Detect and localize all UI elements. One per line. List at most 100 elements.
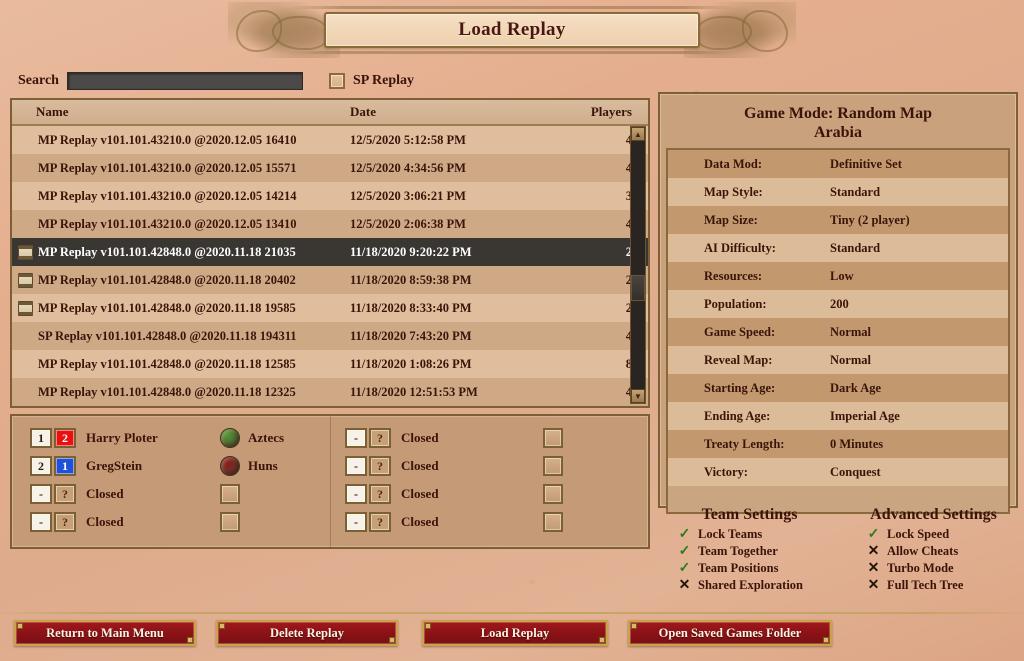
replay-list-panel: Name Date Players MP Replay v101.101.432… <box>10 98 650 408</box>
player-slot-number[interactable]: - <box>30 512 52 532</box>
replay-name-text: SP Replay v101.101.42848.0 @2020.11.18 1… <box>38 328 297 343</box>
player-civilization <box>543 512 563 532</box>
setting-toggle-item: ✕ Full Tech Tree <box>849 577 1018 594</box>
setting-toggle-item: ✓ Team Positions <box>660 560 839 577</box>
replay-date-cell: 12/5/2020 2:06:38 PM <box>350 216 466 231</box>
player-slot-number[interactable]: - <box>345 512 367 532</box>
setting-toggle-item: ✕ Shared Exploration <box>660 577 839 594</box>
cross-icon: ✕ <box>867 560 880 576</box>
table-row[interactable]: MP Replay v101.101.42848.0 @2020.11.18 1… <box>12 378 648 406</box>
list-scrollbar[interactable]: ▲ ▼ <box>630 126 646 404</box>
list-header: Name Date Players <box>12 100 648 126</box>
scroll-up-icon[interactable]: ▲ <box>631 127 645 141</box>
table-row[interactable]: MP Replay v101.101.42848.0 @2020.11.18 2… <box>12 266 648 294</box>
table-row[interactable]: SP Replay v101.101.42848.0 @2020.11.18 1… <box>12 322 648 350</box>
scroll-down-icon[interactable]: ▼ <box>631 389 645 403</box>
player-slot[interactable]: -? Closed <box>30 480 330 508</box>
replay-list-body[interactable]: MP Replay v101.101.43210.0 @2020.12.05 1… <box>12 126 648 408</box>
return-to-main-menu-button[interactable]: Return to Main Menu <box>14 620 196 646</box>
table-row[interactable]: MP Replay v101.101.42848.0 @2020.11.18 1… <box>12 350 648 378</box>
check-icon: ✓ <box>867 526 880 542</box>
player-badges: -? <box>345 428 391 448</box>
search-input[interactable] <box>66 72 303 90</box>
player-slot[interactable]: -? Closed <box>345 424 648 452</box>
column-header-date[interactable]: Date <box>350 104 570 120</box>
table-row[interactable]: MP Replay v101.101.43210.0 @2020.12.05 1… <box>12 154 648 182</box>
ornament-right-icon <box>684 2 796 58</box>
replay-name-cell: MP Replay v101.101.42848.0 @2020.11.18 1… <box>12 385 350 400</box>
civilization-empty-icon <box>543 428 563 448</box>
player-slot-number[interactable]: 2 <box>30 456 52 476</box>
delete-replay-button[interactable]: Delete Replay <box>216 620 398 646</box>
table-row[interactable]: MP Replay v101.101.43210.0 @2020.12.05 1… <box>12 210 648 238</box>
player-color-number[interactable]: 2 <box>54 428 76 448</box>
setting-label: Game Speed: <box>704 324 776 339</box>
button-label: Load Replay <box>480 625 550 640</box>
setting-row: Resources: Low <box>668 262 1008 290</box>
replay-name-cell: MP Replay v101.101.43210.0 @2020.12.05 1… <box>12 189 350 204</box>
player-slot[interactable]: -? Closed <box>345 480 648 508</box>
player-color-number[interactable]: ? <box>54 484 76 504</box>
replay-name-cell: MP Replay v101.101.42848.0 @2020.11.18 1… <box>12 357 350 372</box>
replay-name-cell: MP Replay v101.101.43210.0 @2020.12.05 1… <box>12 133 350 148</box>
setting-row: Data Mod: Definitive Set <box>668 150 1008 178</box>
column-header-name[interactable]: Name <box>12 104 350 120</box>
player-color-number[interactable]: ? <box>369 484 391 504</box>
replay-name-text: MP Replay v101.101.43210.0 @2020.12.05 1… <box>38 216 297 231</box>
setting-value: Normal <box>830 324 871 339</box>
replay-date-cell: 11/18/2020 1:08:26 PM <box>350 356 472 371</box>
civilization-name: Huns <box>248 458 278 473</box>
setting-toggle-label: Allow Cheats <box>887 544 959 558</box>
replay-date-cell: 12/5/2020 5:12:58 PM <box>350 132 466 147</box>
player-slot[interactable]: 1 2 Harry Ploter Aztecs <box>30 424 330 452</box>
civilization-empty-icon <box>220 484 240 504</box>
player-color-number[interactable]: ? <box>369 428 391 448</box>
player-slot[interactable]: -? Closed <box>345 452 648 480</box>
game-mode-line1: Game Mode: Random Map <box>744 105 932 122</box>
civilization-empty-icon <box>220 512 240 532</box>
setting-row: Starting Age: Dark Age <box>668 374 1008 402</box>
setting-toggle-item: ✓ Lock Teams <box>660 526 839 543</box>
setting-label: Map Size: <box>704 212 758 227</box>
player-slot-number[interactable]: - <box>345 484 367 504</box>
player-slot-number[interactable]: - <box>30 484 52 504</box>
table-row[interactable]: MP Replay v101.101.43210.0 @2020.12.05 1… <box>12 182 648 210</box>
player-slot-number[interactable]: - <box>345 428 367 448</box>
advanced-settings-heading: Advanced Settings <box>870 506 997 523</box>
player-slot[interactable]: 2 1 GregStein Huns <box>30 452 330 480</box>
table-row[interactable]: MP Replay v101.101.42848.0 @2020.11.18 1… <box>12 294 648 322</box>
replay-name-cell: SP Replay v101.101.42848.0 @2020.11.18 1… <box>12 329 350 344</box>
column-header-players[interactable]: Players <box>570 104 648 120</box>
game-info-panel: Game Mode: Random Map Arabia Data Mod: De… <box>658 92 1018 514</box>
open-saved-games-folder-button[interactable]: Open Saved Games Folder <box>628 620 832 646</box>
setting-toggle-item: ✕ Turbo Mode <box>849 560 1018 577</box>
check-icon: ✓ <box>678 543 691 559</box>
title-banner: Load Replay <box>228 2 796 58</box>
player-badges: -? <box>345 512 391 532</box>
table-row[interactable]: MP Replay v101.101.42848.0 @2020.11.18 2… <box>12 238 648 266</box>
player-slot[interactable]: -? Closed <box>345 508 648 536</box>
setting-label: Map Style: <box>704 184 763 199</box>
player-slot-number[interactable]: 1 <box>30 428 52 448</box>
cross-icon: ✕ <box>678 577 691 593</box>
replay-date-cell: 11/18/2020 9:20:22 PM <box>350 244 472 259</box>
setting-row: Map Size: Tiny (2 player) <box>668 206 1008 234</box>
scroll-icon <box>18 244 33 260</box>
replay-name-text: MP Replay v101.101.42848.0 @2020.11.18 1… <box>38 356 296 371</box>
replay-date-cell: 12/5/2020 3:06:21 PM <box>350 188 466 203</box>
load-replay-button[interactable]: Load Replay <box>422 620 608 646</box>
setting-value: Standard <box>830 184 881 199</box>
player-color-number[interactable]: ? <box>369 456 391 476</box>
player-color-number[interactable]: 1 <box>54 456 76 476</box>
setting-row: Game Speed: Normal <box>668 318 1008 346</box>
sp-replay-checkbox[interactable] <box>328 73 345 89</box>
scrollbar-thumb[interactable] <box>631 275 645 301</box>
table-row[interactable]: MP Replay v101.101.43210.0 @2020.12.05 1… <box>12 126 648 154</box>
setting-row: Ending Age: Imperial Age <box>668 402 1008 430</box>
player-slot[interactable]: -? Closed <box>30 508 330 536</box>
page-title: Load Replay <box>458 19 566 40</box>
player-color-number[interactable]: ? <box>54 512 76 532</box>
civilization-empty-icon <box>543 456 563 476</box>
player-slot-number[interactable]: - <box>345 456 367 476</box>
player-color-number[interactable]: ? <box>369 512 391 532</box>
